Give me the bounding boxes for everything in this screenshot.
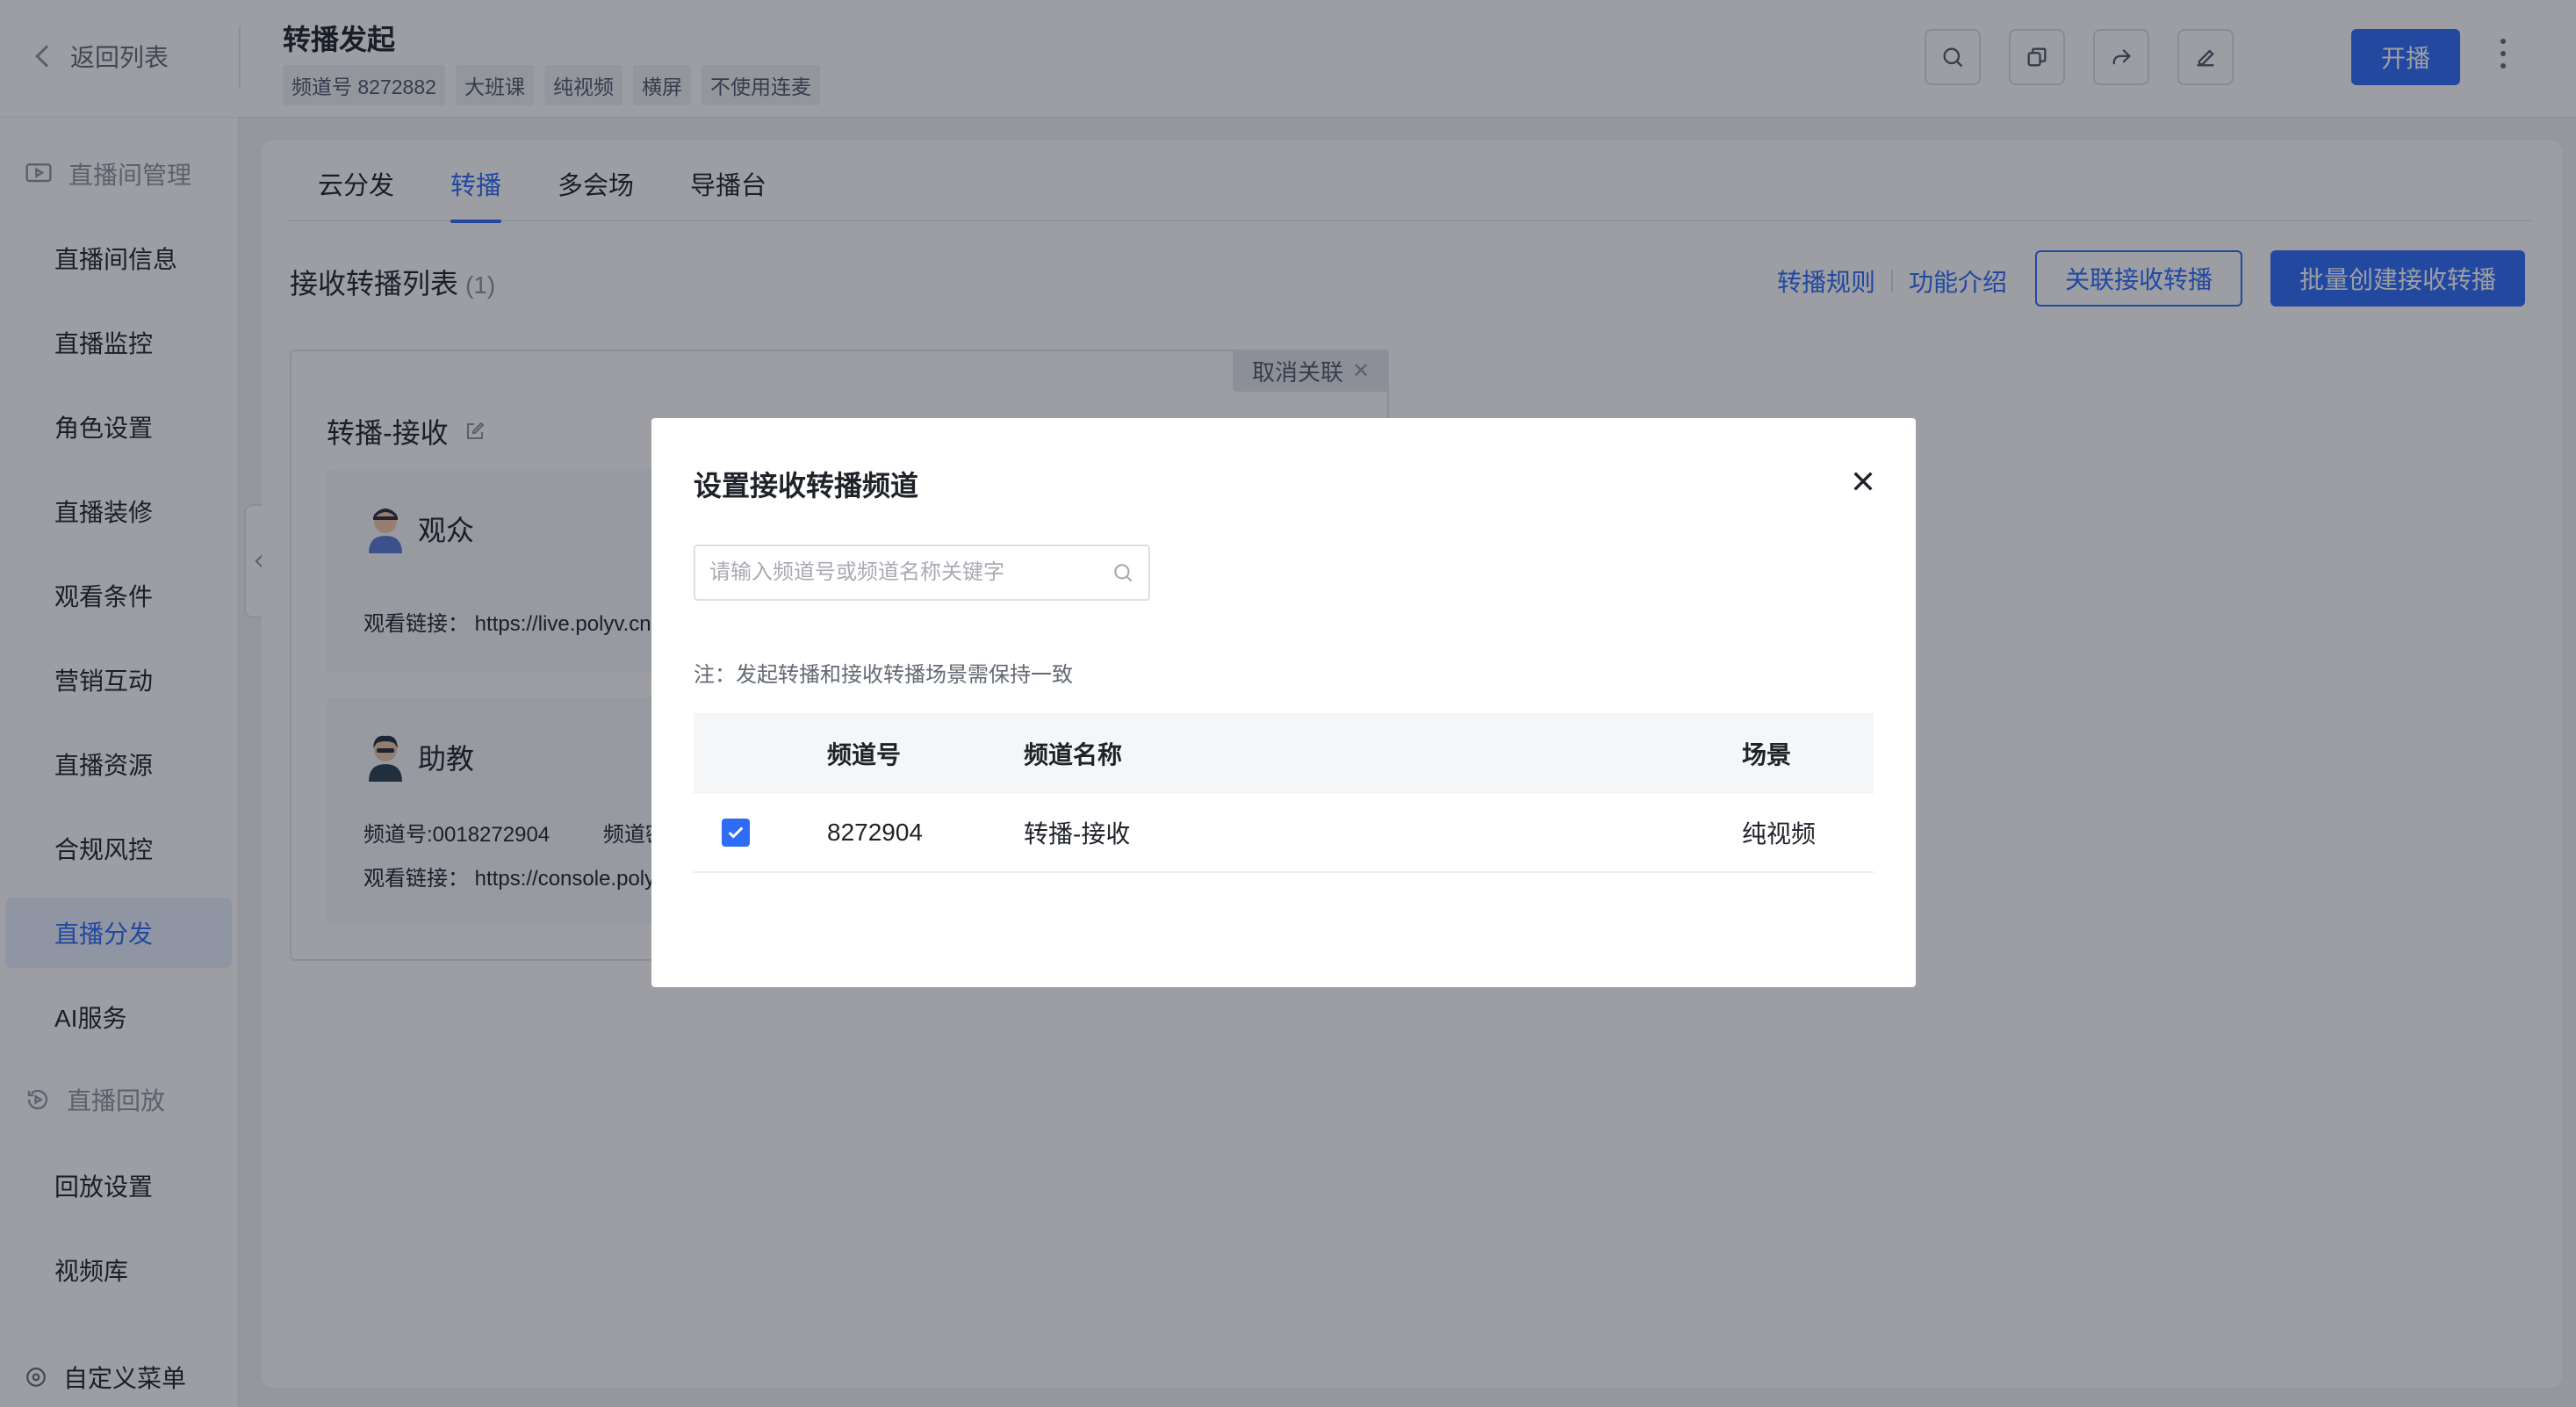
column-header-channel-no: 频道号 <box>827 741 902 768</box>
dialog-title: 设置接收转播频道 <box>694 470 919 501</box>
set-receive-channel-dialog: 设置接收转播频道 注：发起转播和接收转播场景需保持一致 频道号 频道名称 场景 … <box>651 418 1916 987</box>
channel-table: 频道号 频道名称 场景 8272904 转播-接收 纯视频 <box>694 713 1874 873</box>
table-header: 频道号 频道名称 场景 <box>694 713 1874 794</box>
scene-consistency-note: 注：发起转播和接收转播场景需保持一致 <box>694 663 1073 687</box>
row-checkbox[interactable] <box>722 819 750 847</box>
table-row[interactable]: 8272904 转播-接收 纯视频 <box>694 794 1874 873</box>
column-header-scene: 场景 <box>1742 741 1792 768</box>
cell-channel-no: 8272904 <box>827 819 924 846</box>
row-check-cell <box>694 819 827 847</box>
channel-search-field <box>694 545 1150 601</box>
close-icon[interactable] <box>1849 467 1877 495</box>
cell-scene: 纯视频 <box>1742 820 1817 848</box>
channel-search-input[interactable] <box>709 560 1112 585</box>
search-icon[interactable] <box>1112 561 1134 584</box>
checkmark-icon <box>728 826 744 839</box>
column-header-channel-name: 频道名称 <box>1024 741 1123 768</box>
cell-channel-name: 转播-接收 <box>1024 820 1131 848</box>
